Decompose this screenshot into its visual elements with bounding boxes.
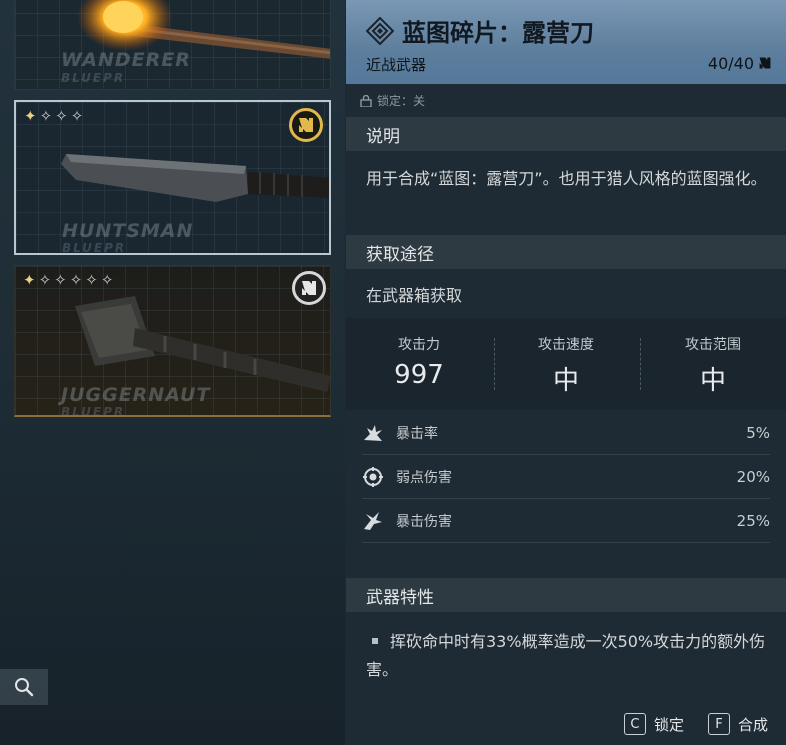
crit-rate-icon bbox=[364, 424, 382, 441]
description-text: 用于合成“蓝图：露营刀”。也用于猎人风格的蓝图强化。 bbox=[366, 169, 767, 188]
sub-stat-value: 5% bbox=[746, 423, 770, 442]
hotkey-bar: C 锁定 F 合成 bbox=[623, 713, 768, 735]
craft-hotkey-label[interactable]: 合成 bbox=[738, 714, 768, 735]
sub-stat-value: 25% bbox=[736, 511, 770, 530]
blueprint-card-juggernaut[interactable]: ✦✧✧✧✧✧ JUGGERNAUT BLUEPR bbox=[14, 265, 331, 417]
lock-hotkey-key[interactable]: C bbox=[623, 713, 646, 735]
stat-value: 中 bbox=[699, 366, 726, 396]
weapon-trait-text: 挥砍命中时有33%概率造成一次50%攻击力的额外伤害。 bbox=[366, 632, 766, 679]
bullet-icon bbox=[372, 638, 378, 644]
weapon-trait-item: 挥砍命中时有33%概率造成一次50%攻击力的额外伤害。 bbox=[366, 628, 776, 684]
stat-attack-speed: 攻击速度 中 bbox=[493, 334, 639, 397]
card-subtitle-label: BLUEPR bbox=[61, 405, 126, 417]
weapon-traits-header: 武器特性 bbox=[346, 578, 786, 612]
card-subtitle-label: BLUEPR bbox=[62, 241, 127, 255]
acquire-text: 在武器箱获取 bbox=[366, 286, 463, 305]
sub-stat-crit-damage: 暴击伤害 25% bbox=[362, 499, 770, 543]
sub-stat-label: 暴击伤害 bbox=[396, 513, 452, 530]
main-stats: 攻击力 997 攻击速度 中 攻击范围 中 bbox=[346, 318, 786, 410]
stat-label: 攻击范围 bbox=[685, 337, 741, 353]
description-header: 说明 bbox=[346, 117, 786, 151]
lock-status-label: 锁定：关 bbox=[377, 94, 426, 108]
item-title: 蓝图碎片：露营刀 bbox=[402, 19, 594, 47]
fragment-count-icon bbox=[759, 57, 771, 69]
card-name-label: JUGGERNAUT bbox=[61, 384, 211, 406]
search-button[interactable] bbox=[0, 669, 48, 705]
stat-value: 997 bbox=[394, 360, 444, 390]
blueprint-list: WANDERER BLUEPR ✦✧✧✧ HUNTSMAN BLUEPR ✦✧✧… bbox=[0, 0, 345, 745]
blueprint-card-wanderer[interactable]: WANDERER BLUEPR bbox=[14, 0, 331, 90]
card-name-label: WANDERER bbox=[61, 49, 191, 71]
crit-damage-icon bbox=[364, 511, 382, 530]
item-count: 40/40 bbox=[707, 54, 754, 73]
sub-stat-weakspot: 弱点伤害 20% bbox=[362, 455, 770, 499]
sub-stat-value: 20% bbox=[736, 467, 770, 486]
craft-hotkey-key[interactable]: F bbox=[707, 713, 730, 735]
stat-label: 攻击力 bbox=[398, 337, 440, 353]
acquire-header: 获取途径 bbox=[346, 235, 786, 269]
lock-status: 锁定：关 bbox=[360, 92, 425, 109]
lock-icon bbox=[360, 94, 372, 107]
item-title-bar: 蓝图碎片：露营刀 近战武器 40/40 bbox=[346, 0, 786, 84]
item-type: 近战武器 bbox=[366, 56, 427, 74]
lock-hotkey-label[interactable]: 锁定 bbox=[654, 714, 684, 735]
search-icon bbox=[15, 678, 34, 697]
blueprint-card-huntsman[interactable]: ✦✧✧✧ HUNTSMAN BLUEPR bbox=[14, 100, 331, 255]
sub-stat-label: 暴击率 bbox=[396, 425, 438, 442]
sub-stat-label: 弱点伤害 bbox=[396, 469, 452, 486]
stat-attack-range: 攻击范围 中 bbox=[640, 334, 786, 397]
item-detail-panel: 蓝图碎片：露营刀 近战武器 40/40 锁定：关 说明 用于合成“蓝图：露营刀”… bbox=[346, 0, 786, 745]
stat-attack: 攻击力 997 bbox=[346, 334, 492, 390]
sub-stat-crit-rate: 暴击率 5% bbox=[362, 411, 770, 455]
card-name-label: HUNTSMAN bbox=[62, 220, 194, 242]
card-subtitle-label: BLUEPR bbox=[61, 71, 126, 85]
stat-label: 攻击速度 bbox=[538, 337, 594, 353]
weakspot-icon bbox=[363, 466, 383, 487]
stat-value: 中 bbox=[552, 366, 579, 396]
blueprint-fragment-icon bbox=[366, 17, 394, 45]
